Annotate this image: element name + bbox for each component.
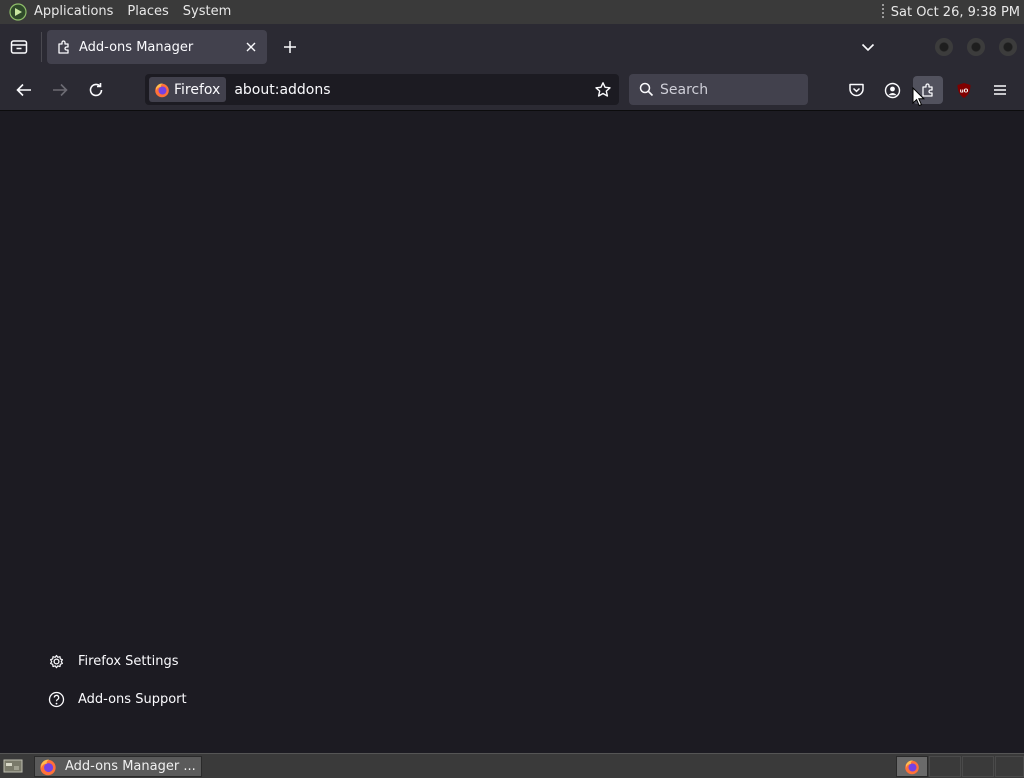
panel-clock-area: Sat Oct 26, 9:38 PM <box>881 0 1020 24</box>
arrow-left-icon <box>16 83 31 97</box>
taskbar-window-label: Add-ons Manager ... <box>65 759 196 774</box>
workspace-4[interactable] <box>995 756 1024 777</box>
firefox-settings-label: Firefox Settings <box>78 653 179 669</box>
pocket-button[interactable] <box>841 76 871 104</box>
identity-label: Firefox <box>174 81 221 98</box>
firefox-icon <box>905 759 919 774</box>
firefox-icon <box>155 82 169 97</box>
ublock-origin-button[interactable]: uO <box>949 76 979 104</box>
gear-icon <box>47 652 65 670</box>
search-icon <box>638 82 654 98</box>
tab-add-ons-manager[interactable]: Add-ons Manager <box>47 30 267 64</box>
addons-support-link[interactable]: Add-ons Support <box>47 690 187 708</box>
ublock-origin-icon: uO <box>957 82 971 98</box>
minimize-window-button[interactable] <box>935 38 953 56</box>
top-panel: Applications Places System Sat Oct 26, 9… <box>0 0 1024 24</box>
plus-icon <box>284 41 296 53</box>
workspace-1[interactable] <box>896 756 928 777</box>
account-icon <box>884 82 900 98</box>
puzzle-icon <box>922 83 933 97</box>
hamburger-menu-icon <box>994 85 1006 95</box>
app-menu-button[interactable] <box>985 76 1015 104</box>
panel-menu-bar: Applications Places System <box>0 0 238 24</box>
new-tab-button[interactable] <box>280 37 300 57</box>
close-window-button[interactable] <box>999 38 1017 56</box>
forward-button[interactable] <box>49 79 71 101</box>
workspace-2[interactable] <box>929 756 961 777</box>
panel-grip-handle[interactable] <box>881 4 884 20</box>
firefox-settings-link[interactable]: Firefox Settings <box>47 652 178 670</box>
bookmark-star-icon[interactable] <box>594 81 612 99</box>
menu-places[interactable]: Places <box>120 0 175 24</box>
show-desktop-icon <box>3 759 23 773</box>
menu-applications[interactable]: Applications <box>27 0 120 24</box>
close-tab-icon[interactable] <box>243 39 259 55</box>
search-bar[interactable] <box>629 74 808 105</box>
back-button[interactable] <box>13 79 35 101</box>
distro-logo-icon[interactable] <box>9 3 27 21</box>
firefox-view-button[interactable] <box>9 37 29 57</box>
addons-support-label: Add-ons Support <box>78 691 187 707</box>
addons-page: Firefox Settings Add-ons Support <box>0 111 1024 753</box>
navigation-toolbar: Firefox about:addons uO <box>0 69 1024 111</box>
clock[interactable]: Sat Oct 26, 9:38 PM <box>891 5 1020 20</box>
puzzle-icon <box>56 39 72 55</box>
show-desktop-button[interactable] <box>3 757 23 775</box>
tab-separator <box>41 32 42 62</box>
account-button[interactable] <box>877 76 907 104</box>
reload-button[interactable] <box>85 79 107 101</box>
reload-icon <box>89 83 103 97</box>
bottom-taskbar: Add-ons Manager ... <box>0 753 1024 778</box>
help-circle-icon <box>47 690 65 708</box>
search-input[interactable] <box>660 81 800 98</box>
taskbar-window-button[interactable]: Add-ons Manager ... <box>34 756 202 777</box>
arrow-right-icon <box>53 83 68 97</box>
list-all-tabs-button[interactable] <box>858 37 878 57</box>
firefox-icon <box>40 759 56 775</box>
tab-title: Add-ons Manager <box>79 39 194 55</box>
maximize-window-button[interactable] <box>967 38 985 56</box>
extensions-button[interactable] <box>913 76 943 104</box>
chevron-down-icon <box>861 43 875 52</box>
workspace-3[interactable] <box>962 756 994 777</box>
identity-box[interactable]: Firefox <box>149 77 227 102</box>
screen: Applications Places System Sat Oct 26, 9… <box>0 0 1024 778</box>
url-bar[interactable]: Firefox about:addons <box>145 74 619 105</box>
firefox-view-icon <box>10 40 28 54</box>
svg-text:uO: uO <box>960 88 969 94</box>
pocket-icon <box>848 83 864 97</box>
tab-bar: Add-ons Manager <box>0 24 1024 69</box>
url-text[interactable]: about:addons <box>234 82 330 98</box>
menu-system[interactable]: System <box>176 0 238 24</box>
